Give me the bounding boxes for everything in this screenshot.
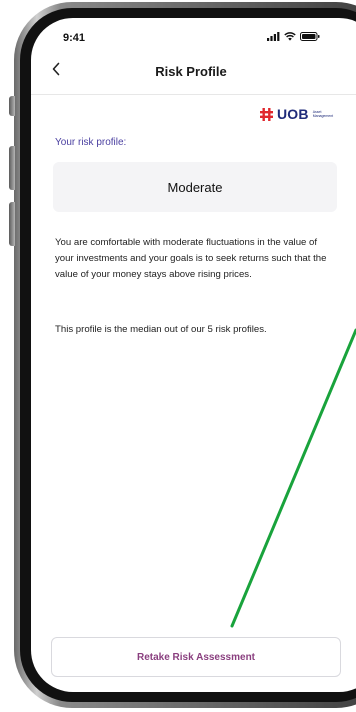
uob-logo: UOB Asset Management	[260, 106, 335, 122]
logo-brand: UOB	[277, 106, 309, 122]
mute-switch	[9, 96, 15, 116]
logo-subtitle: Asset Management	[312, 110, 334, 118]
risk-profile-value: Moderate	[167, 179, 223, 195]
volume-up-button	[9, 146, 15, 190]
device-mockup: 9:41 Risk Profile UOB Asset Management Y…	[0, 0, 356, 712]
risk-note: This profile is the median out of our 5 …	[55, 324, 267, 335]
uob-emblem-icon	[260, 107, 273, 121]
app-screen: 9:41 Risk Profile UOB Asset Management Y…	[31, 18, 356, 692]
risk-description: You are comfortable with moderate fluctu…	[55, 237, 327, 280]
battery-icon	[300, 32, 320, 41]
volume-down-button	[9, 202, 15, 246]
nav-divider	[31, 94, 356, 95]
retake-risk-assessment-button[interactable]: Retake Risk Assessment	[51, 637, 341, 677]
risk-profile-card: Moderate	[53, 162, 337, 212]
status-time: 9:41	[63, 32, 86, 44]
risk-profile-heading: Your risk profile:	[55, 137, 127, 148]
page-title: Risk Profile	[155, 64, 227, 79]
status-icons	[267, 32, 320, 41]
signal-icon	[267, 32, 280, 41]
wifi-icon	[284, 32, 296, 41]
